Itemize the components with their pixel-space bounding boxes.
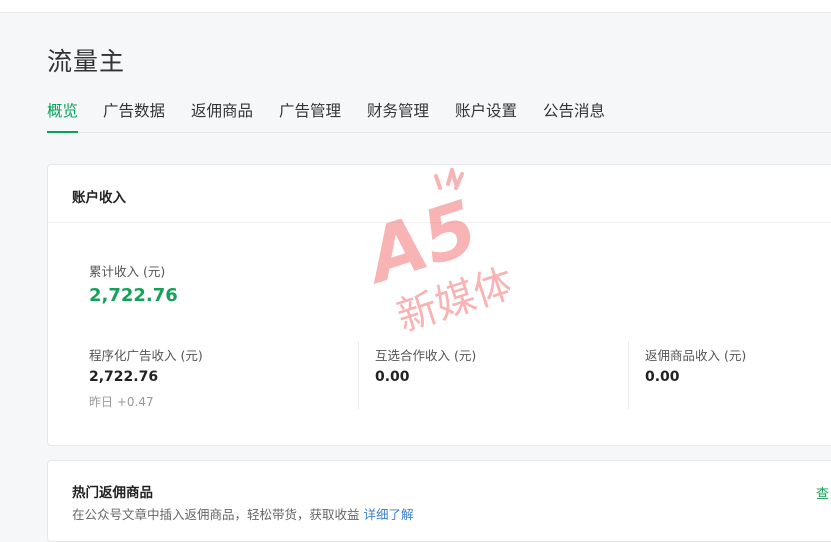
income-card-header: 账户收入	[48, 165, 831, 223]
view-all-link[interactable]: 查	[816, 483, 830, 502]
stat-value: 2,722.76	[89, 369, 159, 385]
hot-products-card: 热门返佣商品 在公众号文章中插入返佣商品，轻松带货，获取收益 详细了解 查	[47, 460, 831, 542]
stat-label: 返佣商品收入 (元)	[645, 348, 747, 363]
stat-value: 0.00	[645, 369, 680, 385]
main-tabs: 概览 广告数据 返佣商品 广告管理 财务管理 账户设置 公告消息	[47, 98, 831, 133]
stat-value: 0.00	[375, 369, 410, 385]
stat-label: 互选合作收入 (元)	[375, 348, 477, 363]
tab-ad-data[interactable]: 广告数据	[103, 98, 165, 132]
hot-products-desc-text: 在公众号文章中插入返佣商品，轻松带货，获取收益	[72, 507, 360, 522]
stat-divider	[628, 341, 629, 409]
stat-label: 程序化广告收入 (元)	[89, 348, 203, 363]
tab-finance[interactable]: 财务管理	[367, 98, 429, 132]
tab-ad-management[interactable]: 广告管理	[279, 98, 341, 132]
hot-products-title: 热门返佣商品	[72, 485, 153, 501]
stat-yesterday-delta: 昨日 +0.47	[89, 395, 154, 409]
hot-products-description: 在公众号文章中插入返佣商品，轻松带货，获取收益 详细了解	[72, 504, 414, 523]
tab-rebate-products[interactable]: 返佣商品	[191, 98, 253, 132]
tab-overview[interactable]: 概览	[47, 98, 79, 133]
total-income-label: 累计收入 (元)	[89, 264, 166, 279]
tab-account-settings[interactable]: 账户设置	[455, 98, 517, 132]
income-card-title: 账户收入	[72, 190, 126, 206]
tab-announcements[interactable]: 公告消息	[543, 98, 605, 132]
stat-divider	[358, 341, 359, 409]
learn-more-link[interactable]: 详细了解	[364, 507, 414, 522]
income-card: 账户收入 累计收入 (元) 2,722.76 程序化广告收入 (元) 2,722…	[47, 164, 831, 446]
page-title: 流量主	[47, 47, 126, 76]
total-income-value: 2,722.76	[89, 285, 178, 306]
top-bar	[0, 0, 831, 13]
